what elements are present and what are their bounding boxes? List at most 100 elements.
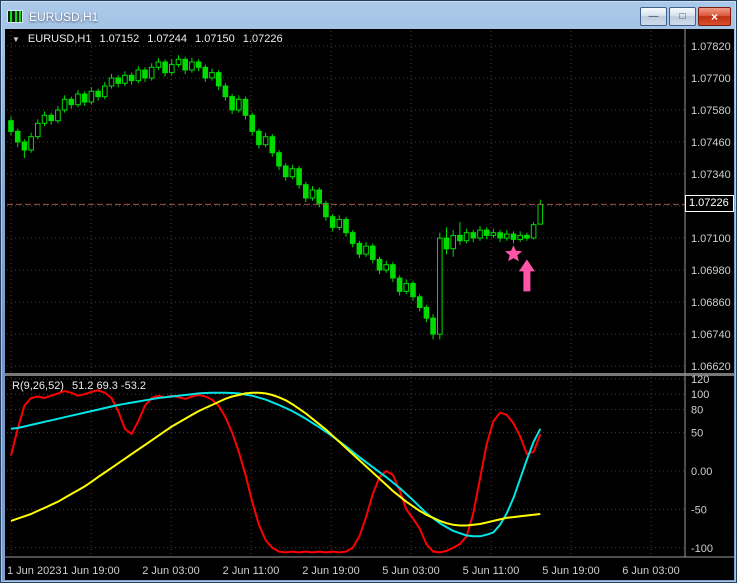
candle-body bbox=[41, 114, 48, 124]
candle-body bbox=[169, 64, 175, 74]
candle-body bbox=[289, 168, 296, 178]
candle-body bbox=[182, 58, 188, 71]
price-axis-label: 1.07100 bbox=[691, 233, 731, 245]
close-button[interactable]: × bbox=[698, 7, 731, 26]
candle-body bbox=[517, 234, 524, 240]
indicator-values-label: 51.2 69.3 -53.2 bbox=[71, 380, 146, 392]
candle-body bbox=[128, 74, 135, 82]
candle-body bbox=[95, 90, 101, 98]
candle-body bbox=[396, 277, 403, 292]
window-title: EURUSD,H1 bbox=[29, 9, 99, 24]
minimize-icon: — bbox=[648, 10, 659, 22]
candle-body bbox=[229, 96, 235, 111]
price-axis-label: 1.06620 bbox=[691, 361, 731, 373]
time-axis[interactable]: 1 Jun 2023 1 Jun 19:00 2 Jun 03:00 2 Jun 11… bbox=[5, 556, 734, 577]
price-axis-label: 1.07700 bbox=[691, 73, 731, 85]
candle-body bbox=[316, 189, 322, 204]
candle-body bbox=[349, 232, 356, 244]
chart-canvas[interactable]: 1.07820 1.07700 1.07580 1.07460 1.07340 1.071… bbox=[5, 29, 734, 580]
candle-body bbox=[189, 61, 195, 71]
time-axis-label: 1 Jun 2023 bbox=[7, 565, 61, 577]
candle-body bbox=[28, 136, 34, 151]
candle-body bbox=[524, 234, 530, 239]
candle-body bbox=[457, 234, 463, 242]
maximize-button[interactable]: □ bbox=[669, 7, 696, 26]
indicator-pane bbox=[7, 378, 685, 554]
candle-body bbox=[68, 98, 75, 106]
chart-client-area: 1.07820 1.07700 1.07580 1.07460 1.07340 1.071… bbox=[5, 29, 734, 580]
candle-body bbox=[88, 90, 95, 103]
trade-marker[interactable] bbox=[504, 245, 535, 292]
candle-body bbox=[303, 184, 309, 199]
indicator-aqua-line bbox=[10, 391, 542, 538]
buy-arrow-icon[interactable] bbox=[518, 259, 535, 292]
candle-body bbox=[356, 242, 363, 255]
close-icon: × bbox=[710, 9, 718, 24]
candle-body bbox=[537, 203, 544, 225]
minimize-button[interactable]: — bbox=[640, 7, 667, 26]
candle-body bbox=[142, 69, 148, 79]
candle-body bbox=[437, 237, 443, 335]
candle-body bbox=[483, 229, 490, 236]
price-axis-label: 1.06740 bbox=[691, 329, 731, 341]
candle-body bbox=[242, 98, 249, 116]
candle-body bbox=[81, 93, 88, 103]
candle-body bbox=[61, 98, 68, 111]
candle-body bbox=[423, 306, 430, 319]
candle-body bbox=[336, 218, 343, 228]
candle-body bbox=[463, 232, 470, 242]
candle-body bbox=[162, 61, 168, 74]
indicator-axis-label: 50 bbox=[691, 428, 703, 440]
candle-body bbox=[14, 130, 21, 143]
candle-body bbox=[148, 66, 155, 79]
main-pane bbox=[7, 45, 685, 367]
candle-body bbox=[222, 85, 229, 98]
price-axis-label: 1.07820 bbox=[691, 41, 731, 53]
candle-body bbox=[510, 233, 517, 240]
indicator-grid bbox=[7, 378, 685, 549]
candle-body bbox=[48, 114, 55, 122]
candle-body bbox=[249, 114, 255, 132]
ohlc-high: 1.07244 bbox=[147, 33, 188, 45]
candle-body bbox=[209, 72, 215, 79]
indicator-name-label[interactable]: R(9,26,52) bbox=[12, 380, 64, 392]
candle-body bbox=[276, 152, 282, 167]
candle-body bbox=[450, 234, 456, 250]
price-axis-label: 1.07580 bbox=[691, 105, 731, 117]
candle-body bbox=[8, 120, 14, 132]
indicator-axis-label: 0.00 bbox=[691, 466, 712, 478]
current-price-box: 1.07226 bbox=[685, 195, 734, 212]
candle-body bbox=[175, 58, 182, 66]
pane-divider-bar bbox=[5, 373, 734, 376]
candle-body bbox=[202, 66, 209, 79]
candle-body bbox=[443, 237, 450, 250]
candle-body bbox=[497, 232, 503, 239]
candle-body bbox=[470, 232, 477, 239]
candle-body bbox=[115, 77, 122, 84]
window-titlebar[interactable]: EURUSD,H1 — □ × bbox=[5, 4, 732, 29]
price-axis-label: 1.06860 bbox=[691, 297, 731, 309]
candle-body bbox=[108, 77, 115, 87]
star-icon[interactable] bbox=[504, 245, 523, 262]
candle-body bbox=[490, 232, 497, 236]
price-axis-label: 1.07340 bbox=[691, 169, 731, 181]
time-axis-label: 5 Jun 19:00 bbox=[542, 565, 600, 577]
ohlc-low: 1.07150 bbox=[195, 33, 235, 45]
candle-body bbox=[363, 245, 369, 255]
indicator-axis-label: -100 bbox=[691, 543, 713, 555]
indicator-axis-label: 100 bbox=[691, 389, 709, 401]
time-axis-label: 2 Jun 11:00 bbox=[223, 565, 280, 577]
candle-body bbox=[122, 74, 128, 84]
ohlc-open: 1.07152 bbox=[99, 33, 140, 45]
indicator-yellow-line bbox=[10, 391, 541, 527]
candle-body bbox=[282, 165, 289, 178]
candle-body bbox=[530, 224, 537, 239]
candle-body bbox=[343, 218, 349, 234]
time-axis-label: 2 Jun 19:00 bbox=[302, 565, 360, 577]
time-axis-label: 6 Jun 03:00 bbox=[622, 565, 680, 577]
candle-body bbox=[390, 264, 396, 279]
candle-body bbox=[296, 168, 302, 186]
chevron-down-icon[interactable]: ▼ bbox=[12, 35, 20, 44]
indicator-axis-label: 80 bbox=[691, 405, 703, 417]
indicator-axis[interactable]: 120 100 80 50 0.00 -50 -100 bbox=[691, 374, 713, 555]
